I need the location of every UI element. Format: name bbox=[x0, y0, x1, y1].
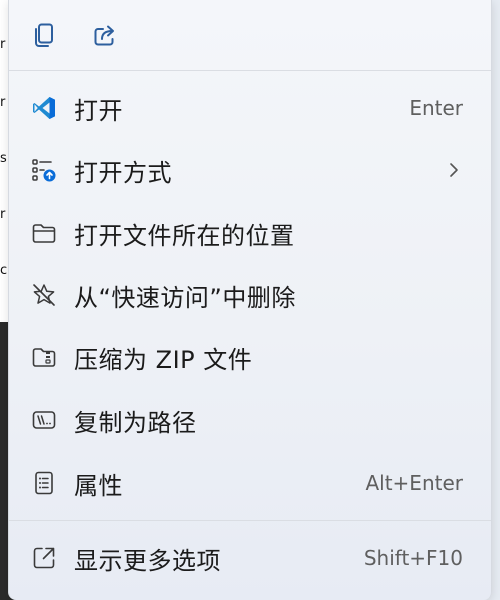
menu-item-show-more-options[interactable]: 显示更多选项 Shift+F10 bbox=[9, 530, 491, 586]
menu-item-label: 显示更多选项 bbox=[74, 546, 221, 575]
folder-icon bbox=[31, 220, 57, 246]
menu-separator bbox=[9, 520, 491, 521]
background-text-fragment: c bbox=[0, 263, 8, 278]
menu-item-label: 从“快速访问”中删除 bbox=[74, 283, 296, 312]
zip-folder-icon bbox=[31, 344, 57, 370]
menu-item-label: 打开文件所在的位置 bbox=[74, 221, 295, 250]
menu-item-label: 属性 bbox=[74, 471, 123, 500]
menu-item-remove-from-quick-access[interactable]: 从“快速访问”中删除 bbox=[9, 267, 491, 323]
menu-item-properties[interactable]: 属性 Alt+Enter bbox=[9, 455, 491, 511]
chevron-right-icon bbox=[450, 163, 458, 177]
context-menu-toolbar bbox=[9, 0, 491, 70]
menu-item-shortcut: Enter bbox=[409, 96, 463, 120]
menu-item-open-file-location[interactable]: 打开文件所在的位置 bbox=[9, 205, 491, 261]
menu-item-label: 打开方式 bbox=[74, 158, 172, 187]
menu-item-label: 复制为路径 bbox=[74, 408, 197, 437]
menu-item-open[interactable]: 打开 Enter bbox=[9, 80, 491, 136]
context-menu: 打开 Enter 打开方式 打开文件所在的位置 从“快速访问”中删除 压缩为 Z… bbox=[8, 0, 492, 600]
menu-item-label: 打开 bbox=[74, 96, 123, 125]
copy-path-icon bbox=[31, 407, 57, 433]
background-text-fragment: r bbox=[0, 207, 6, 222]
copy-icon bbox=[35, 23, 53, 47]
menu-item-label: 压缩为 ZIP 文件 bbox=[74, 345, 253, 374]
menu-item-copy-as-path[interactable]: 复制为路径 bbox=[9, 392, 491, 448]
share-button[interactable] bbox=[89, 18, 123, 52]
more-options-icon bbox=[31, 545, 57, 571]
toolbar-separator bbox=[9, 70, 491, 71]
copy-button[interactable] bbox=[27, 18, 61, 52]
properties-icon bbox=[31, 470, 57, 496]
vscode-icon bbox=[31, 95, 57, 121]
share-icon bbox=[94, 25, 114, 46]
background-text-fragment: s bbox=[0, 151, 7, 166]
menu-item-shortcut: Shift+F10 bbox=[363, 546, 463, 570]
menu-item-shortcut: Alt+Enter bbox=[365, 471, 463, 495]
unpin-star-icon bbox=[31, 282, 57, 308]
open-with-icon bbox=[31, 157, 57, 183]
menu-item-compress-zip[interactable]: 压缩为 ZIP 文件 bbox=[9, 329, 491, 385]
background-text-fragment: r bbox=[0, 95, 6, 110]
menu-item-open-with[interactable]: 打开方式 bbox=[9, 142, 491, 198]
background-text-fragment: r bbox=[0, 37, 6, 52]
